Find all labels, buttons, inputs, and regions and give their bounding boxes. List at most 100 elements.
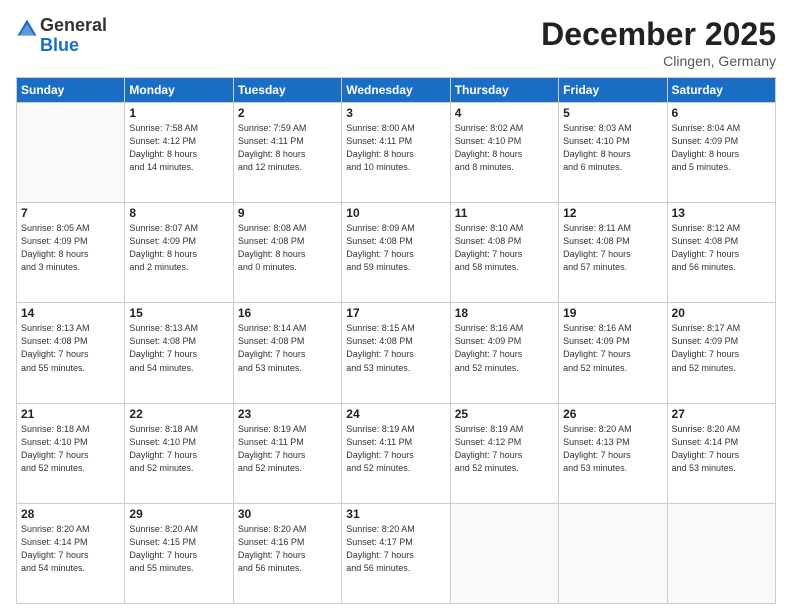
day-info: Sunrise: 8:17 AM Sunset: 4:09 PM Dayligh…	[672, 322, 771, 374]
calendar-cell: 11 Sunrise: 8:10 AM Sunset: 4:08 PM Dayli…	[450, 203, 558, 303]
day-number: 16	[238, 306, 337, 320]
calendar-cell: 24 Sunrise: 8:19 AM Sunset: 4:11 PM Dayli…	[342, 403, 450, 503]
day-number: 24	[346, 407, 445, 421]
day-number: 2	[238, 106, 337, 120]
day-info: Sunrise: 7:59 AM Sunset: 4:11 PM Dayligh…	[238, 122, 337, 174]
calendar-cell	[17, 103, 125, 203]
logo-text: General Blue	[40, 16, 107, 56]
day-info: Sunrise: 8:16 AM Sunset: 4:09 PM Dayligh…	[563, 322, 662, 374]
calendar-cell: 6Sunrise: 8:04 AM Sunset: 4:09 PM Daylig…	[667, 103, 775, 203]
calendar-cell: 20 Sunrise: 8:17 AM Sunset: 4:09 PM Dayli…	[667, 303, 775, 403]
calendar-cell: 5Sunrise: 8:03 AM Sunset: 4:10 PM Daylig…	[559, 103, 667, 203]
day-info: Sunrise: 8:18 AM Sunset: 4:10 PM Dayligh…	[129, 423, 228, 475]
day-info: Sunrise: 8:08 AM Sunset: 4:08 PM Dayligh…	[238, 222, 337, 274]
calendar-table: SundayMondayTuesdayWednesdayThursdayFrid…	[16, 77, 776, 604]
day-info: Sunrise: 8:04 AM Sunset: 4:09 PM Dayligh…	[672, 122, 771, 174]
day-info: Sunrise: 8:13 AM Sunset: 4:08 PM Dayligh…	[129, 322, 228, 374]
day-info: Sunrise: 8:19 AM Sunset: 4:11 PM Dayligh…	[238, 423, 337, 475]
day-info: Sunrise: 8:03 AM Sunset: 4:10 PM Dayligh…	[563, 122, 662, 174]
day-info: Sunrise: 8:09 AM Sunset: 4:08 PM Dayligh…	[346, 222, 445, 274]
header-day-sunday: Sunday	[17, 78, 125, 103]
header-day-saturday: Saturday	[667, 78, 775, 103]
header-day-tuesday: Tuesday	[233, 78, 341, 103]
header-day-friday: Friday	[559, 78, 667, 103]
day-info: Sunrise: 8:11 AM Sunset: 4:08 PM Dayligh…	[563, 222, 662, 274]
page-container: General Blue December 2025 Clingen, Germ…	[0, 0, 792, 612]
calendar-cell: 1 Sunrise: 7:58 AM Sunset: 4:12 PM Daylig…	[125, 103, 233, 203]
day-number: 18	[455, 306, 554, 320]
day-number: 26	[563, 407, 662, 421]
day-number: 12	[563, 206, 662, 220]
day-info: Sunrise: 8:18 AM Sunset: 4:10 PM Dayligh…	[21, 423, 120, 475]
day-number: 13	[672, 206, 771, 220]
day-number: 20	[672, 306, 771, 320]
calendar-cell: 21 Sunrise: 8:18 AM Sunset: 4:10 PM Dayli…	[17, 403, 125, 503]
calendar-cell	[667, 503, 775, 603]
day-number: 9	[238, 206, 337, 220]
calendar-cell: 22 Sunrise: 8:18 AM Sunset: 4:10 PM Dayli…	[125, 403, 233, 503]
calendar-cell: 10 Sunrise: 8:09 AM Sunset: 4:08 PM Dayli…	[342, 203, 450, 303]
day-info: Sunrise: 8:12 AM Sunset: 4:08 PM Dayligh…	[672, 222, 771, 274]
title-block: December 2025 Clingen, Germany	[541, 16, 776, 69]
calendar-cell: 29Sunrise: 8:20 AM Sunset: 4:15 PM Dayli…	[125, 503, 233, 603]
day-info: Sunrise: 8:19 AM Sunset: 4:12 PM Dayligh…	[455, 423, 554, 475]
logo-blue: Blue	[40, 36, 107, 56]
day-info: Sunrise: 8:02 AM Sunset: 4:10 PM Dayligh…	[455, 122, 554, 174]
day-number: 10	[346, 206, 445, 220]
month-title: December 2025	[541, 16, 776, 53]
week-row-1: 7Sunrise: 8:05 AM Sunset: 4:09 PM Daylig…	[17, 203, 776, 303]
calendar-cell: 8 Sunrise: 8:07 AM Sunset: 4:09 PM Daylig…	[125, 203, 233, 303]
header-day-monday: Monday	[125, 78, 233, 103]
week-row-3: 21 Sunrise: 8:18 AM Sunset: 4:10 PM Dayli…	[17, 403, 776, 503]
header-day-thursday: Thursday	[450, 78, 558, 103]
day-number: 4	[455, 106, 554, 120]
day-info: Sunrise: 8:20 AM Sunset: 4:14 PM Dayligh…	[672, 423, 771, 475]
day-number: 19	[563, 306, 662, 320]
calendar-cell: 23 Sunrise: 8:19 AM Sunset: 4:11 PM Dayli…	[233, 403, 341, 503]
calendar-cell: 28Sunrise: 8:20 AM Sunset: 4:14 PM Dayli…	[17, 503, 125, 603]
calendar-cell: 30 Sunrise: 8:20 AM Sunset: 4:16 PM Dayli…	[233, 503, 341, 603]
day-number: 15	[129, 306, 228, 320]
day-number: 28	[21, 507, 120, 521]
week-row-2: 14Sunrise: 8:13 AM Sunset: 4:08 PM Dayli…	[17, 303, 776, 403]
calendar-cell: 26 Sunrise: 8:20 AM Sunset: 4:13 PM Dayli…	[559, 403, 667, 503]
day-number: 22	[129, 407, 228, 421]
day-info: Sunrise: 8:19 AM Sunset: 4:11 PM Dayligh…	[346, 423, 445, 475]
day-number: 11	[455, 206, 554, 220]
day-number: 21	[21, 407, 120, 421]
day-info: Sunrise: 8:16 AM Sunset: 4:09 PM Dayligh…	[455, 322, 554, 374]
calendar-cell: 27Sunrise: 8:20 AM Sunset: 4:14 PM Dayli…	[667, 403, 775, 503]
day-info: Sunrise: 8:20 AM Sunset: 4:17 PM Dayligh…	[346, 523, 445, 575]
location: Clingen, Germany	[541, 53, 776, 69]
day-number: 3	[346, 106, 445, 120]
week-row-4: 28Sunrise: 8:20 AM Sunset: 4:14 PM Dayli…	[17, 503, 776, 603]
calendar-cell: 19 Sunrise: 8:16 AM Sunset: 4:09 PM Dayli…	[559, 303, 667, 403]
header-row: SundayMondayTuesdayWednesdayThursdayFrid…	[17, 78, 776, 103]
day-number: 25	[455, 407, 554, 421]
day-info: Sunrise: 8:14 AM Sunset: 4:08 PM Dayligh…	[238, 322, 337, 374]
calendar-header: SundayMondayTuesdayWednesdayThursdayFrid…	[17, 78, 776, 103]
calendar-cell: 17Sunrise: 8:15 AM Sunset: 4:08 PM Dayli…	[342, 303, 450, 403]
day-info: Sunrise: 7:58 AM Sunset: 4:12 PM Dayligh…	[129, 122, 228, 174]
calendar-cell: 15 Sunrise: 8:13 AM Sunset: 4:08 PM Dayli…	[125, 303, 233, 403]
header: General Blue December 2025 Clingen, Germ…	[16, 16, 776, 69]
week-row-0: 1 Sunrise: 7:58 AM Sunset: 4:12 PM Daylig…	[17, 103, 776, 203]
calendar-cell: 31Sunrise: 8:20 AM Sunset: 4:17 PM Dayli…	[342, 503, 450, 603]
day-number: 23	[238, 407, 337, 421]
logo-icon	[16, 18, 38, 40]
calendar-cell: 4 Sunrise: 8:02 AM Sunset: 4:10 PM Daylig…	[450, 103, 558, 203]
calendar-cell: 25 Sunrise: 8:19 AM Sunset: 4:12 PM Dayli…	[450, 403, 558, 503]
calendar-cell: 7Sunrise: 8:05 AM Sunset: 4:09 PM Daylig…	[17, 203, 125, 303]
day-info: Sunrise: 8:10 AM Sunset: 4:08 PM Dayligh…	[455, 222, 554, 274]
day-number: 8	[129, 206, 228, 220]
calendar-body: 1 Sunrise: 7:58 AM Sunset: 4:12 PM Daylig…	[17, 103, 776, 604]
logo-general: General	[40, 16, 107, 36]
calendar-cell: 14Sunrise: 8:13 AM Sunset: 4:08 PM Dayli…	[17, 303, 125, 403]
day-info: Sunrise: 8:20 AM Sunset: 4:16 PM Dayligh…	[238, 523, 337, 575]
day-number: 1	[129, 106, 228, 120]
day-info: Sunrise: 8:07 AM Sunset: 4:09 PM Dayligh…	[129, 222, 228, 274]
header-day-wednesday: Wednesday	[342, 78, 450, 103]
day-info: Sunrise: 8:20 AM Sunset: 4:13 PM Dayligh…	[563, 423, 662, 475]
day-number: 30	[238, 507, 337, 521]
day-info: Sunrise: 8:05 AM Sunset: 4:09 PM Dayligh…	[21, 222, 120, 274]
